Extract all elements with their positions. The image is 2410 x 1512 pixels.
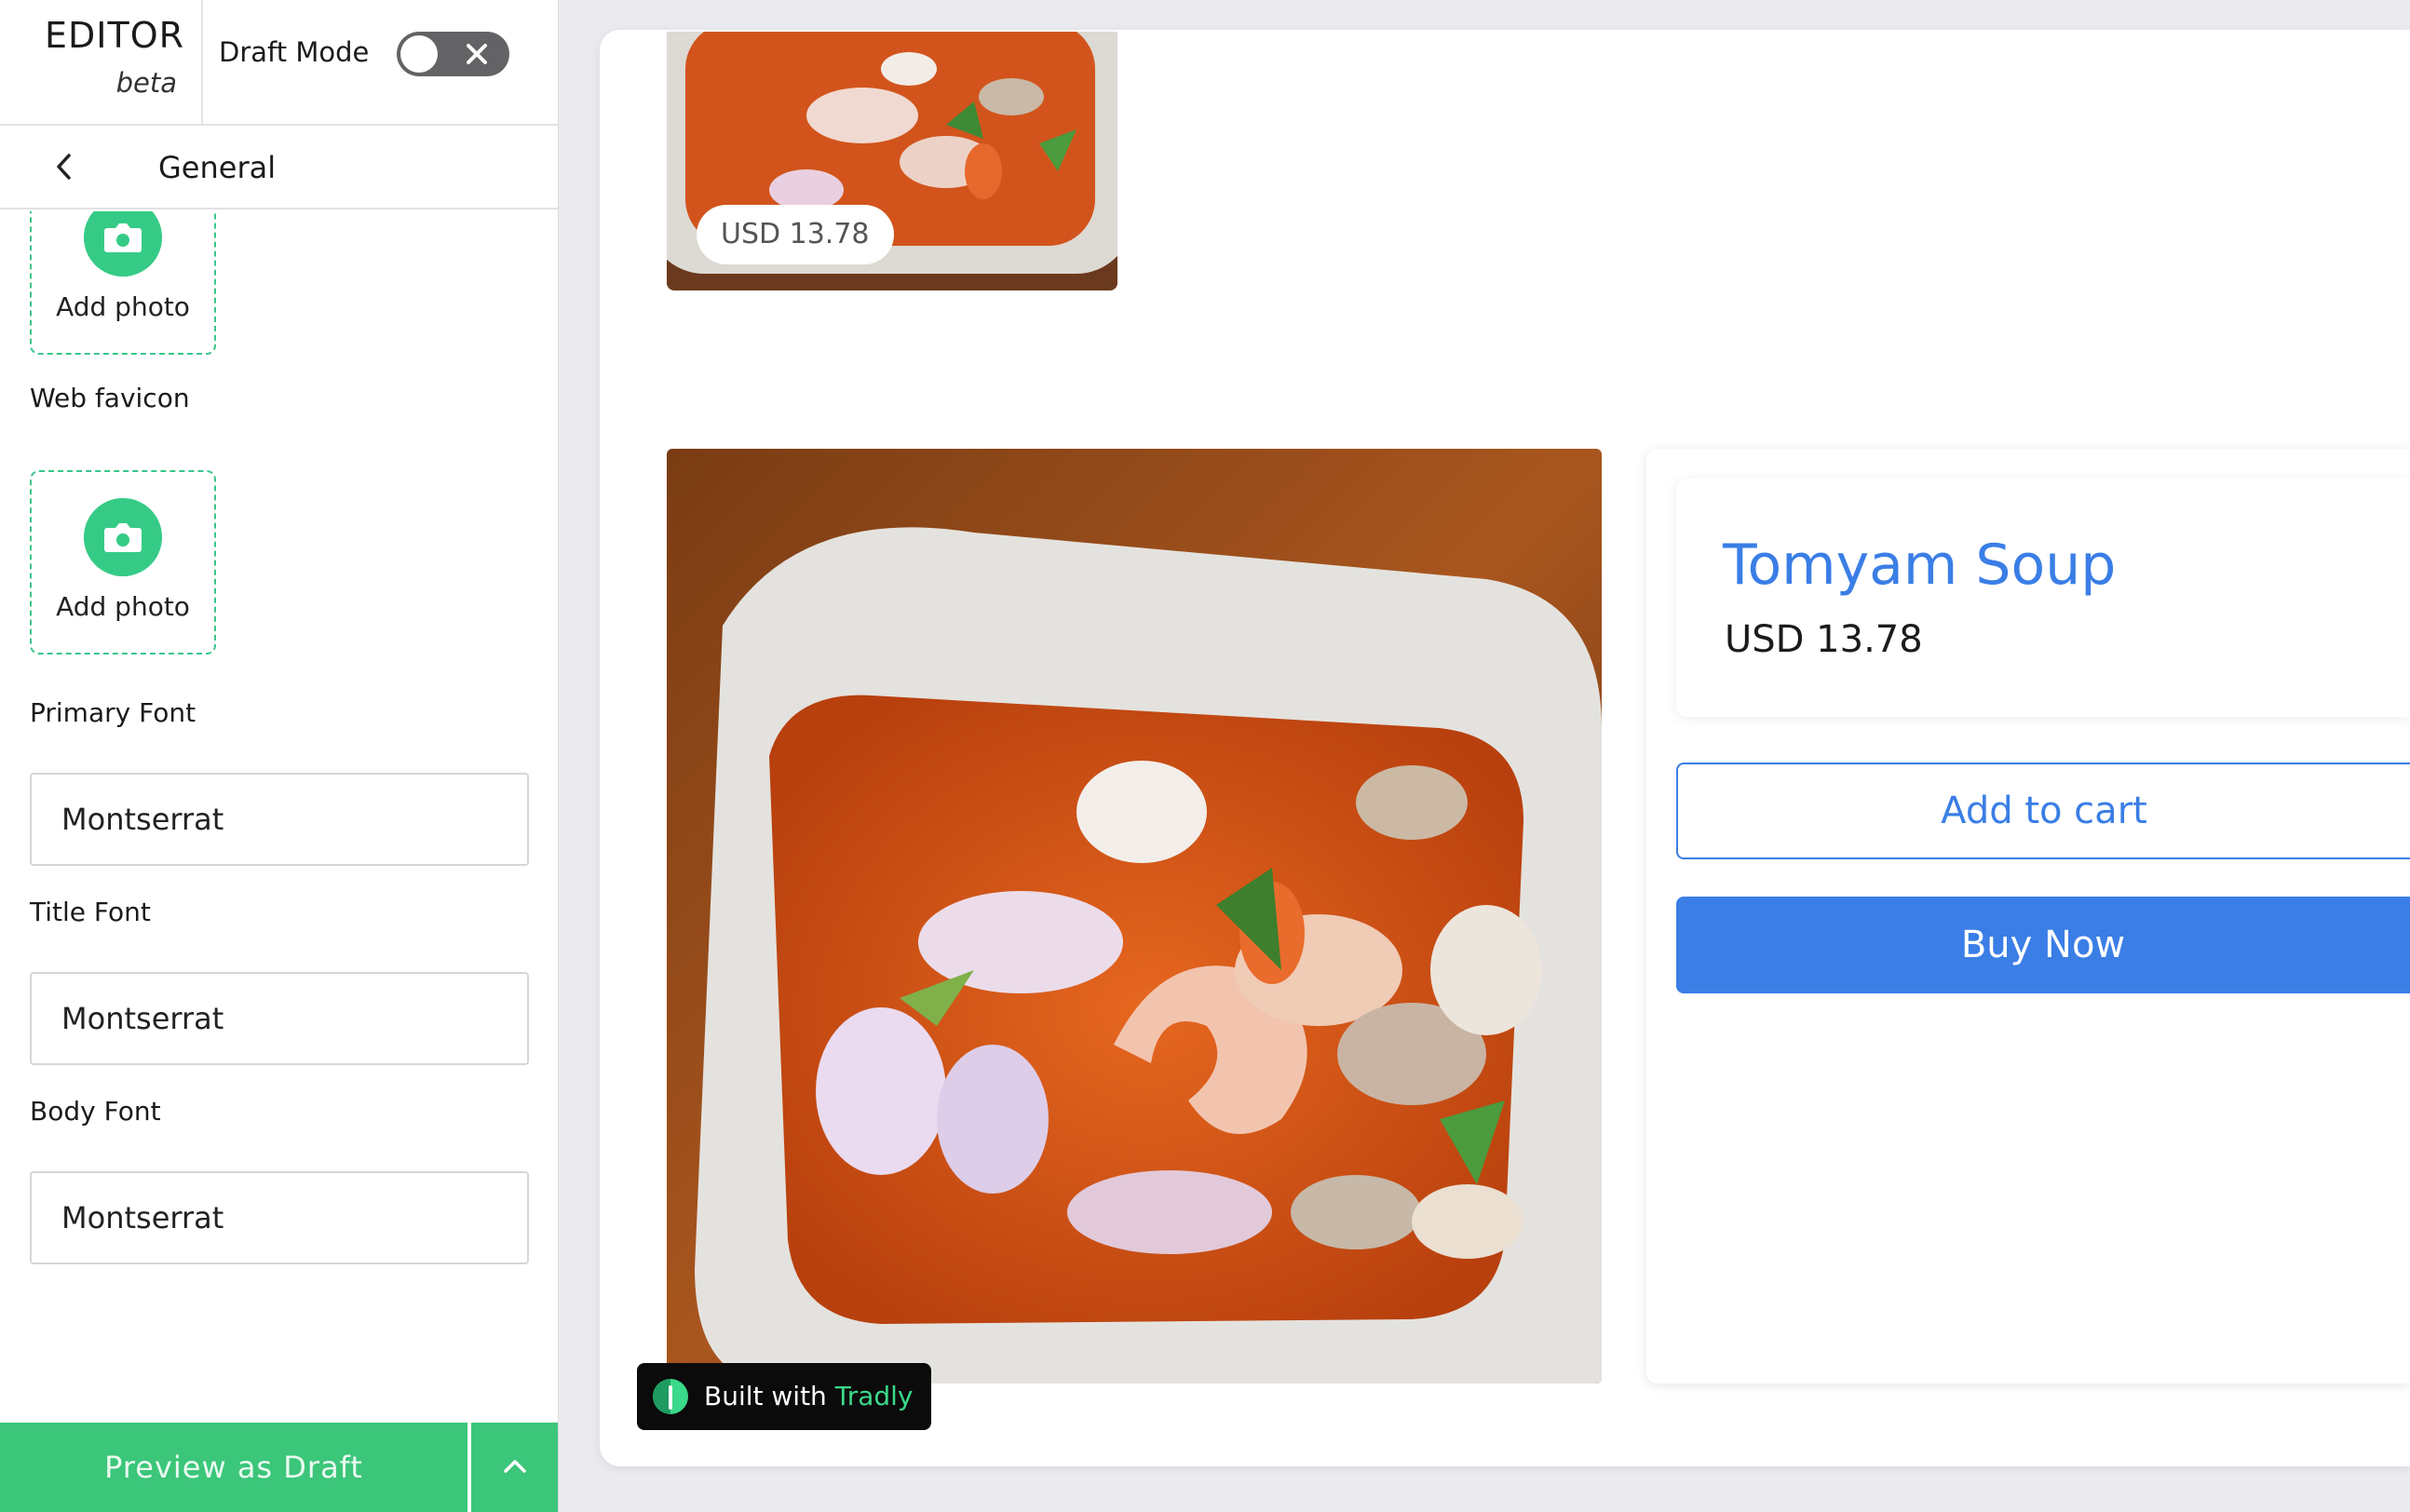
editor-header: EDITOR beta Draft Mode <box>0 0 558 126</box>
product-info-panel: Tomyam Soup USD 13.78 Add to cart Buy No… <box>1646 449 2410 1384</box>
product-title: Tomyam Soup <box>1723 533 2117 598</box>
chevron-up-icon <box>504 1459 526 1473</box>
product-main-image[interactable] <box>667 449 1602 1384</box>
primary-font-input[interactable] <box>30 773 529 866</box>
product-thumbnail[interactable]: USD 13.78 <box>667 32 1117 290</box>
title-font-label: Title Font <box>30 897 151 927</box>
primary-font-label: Primary Font <box>30 697 196 728</box>
thumbnail-price-badge: USD 13.78 <box>697 205 894 264</box>
body-font-input[interactable] <box>30 1171 529 1264</box>
editor-title: EDITOR <box>45 15 185 56</box>
section-header: General <box>0 126 558 209</box>
product-title-card: Tomyam Soup USD 13.78 <box>1676 479 2410 717</box>
close-icon <box>467 44 487 64</box>
web-favicon-label: Web favicon <box>30 383 190 413</box>
body-font-label: Body Font <box>30 1096 161 1127</box>
add-photo-label: Add photo <box>56 291 190 322</box>
built-with-prefix: Built with <box>704 1381 827 1411</box>
store-preview: USD 13.78 Tomyam Soup USD 13.78 Add to c… <box>600 30 2410 1466</box>
toggle-knob <box>400 35 438 73</box>
expand-button[interactable] <box>471 1423 558 1512</box>
camera-icon <box>84 211 162 277</box>
draft-mode-label: Draft Mode <box>219 36 370 68</box>
editor-brand: EDITOR beta <box>0 0 203 124</box>
favicon-upload[interactable]: Add photo <box>30 470 216 655</box>
settings-panel: Add photo Web favicon Add photo Primary … <box>0 211 558 1422</box>
buy-now-button[interactable]: Buy Now <box>1676 897 2410 993</box>
built-with-brand: Tradly <box>834 1381 914 1411</box>
title-font-input[interactable] <box>30 972 529 1065</box>
section-title: General <box>158 150 277 185</box>
soup-image <box>667 449 1602 1384</box>
built-with-tradly-badge[interactable]: Built with Tradly <box>637 1363 931 1430</box>
tradly-logo-icon <box>653 1379 688 1414</box>
editor-subtitle: beta <box>115 67 177 99</box>
preview-as-draft-button[interactable]: Preview as Draft <box>0 1423 467 1512</box>
add-to-cart-button[interactable]: Add to cart <box>1676 763 2410 859</box>
editor-sidebar: EDITOR beta Draft Mode General Add photo… <box>0 0 559 1512</box>
camera-icon <box>84 498 162 576</box>
add-photo-label: Add photo <box>56 591 190 622</box>
built-with-text: Built with Tradly <box>704 1381 913 1411</box>
draft-mode-toggle[interactable] <box>397 32 509 76</box>
chevron-left-icon[interactable] <box>45 146 86 187</box>
logo-upload[interactable]: Add photo <box>30 211 216 355</box>
product-price: USD 13.78 <box>1725 618 1923 661</box>
